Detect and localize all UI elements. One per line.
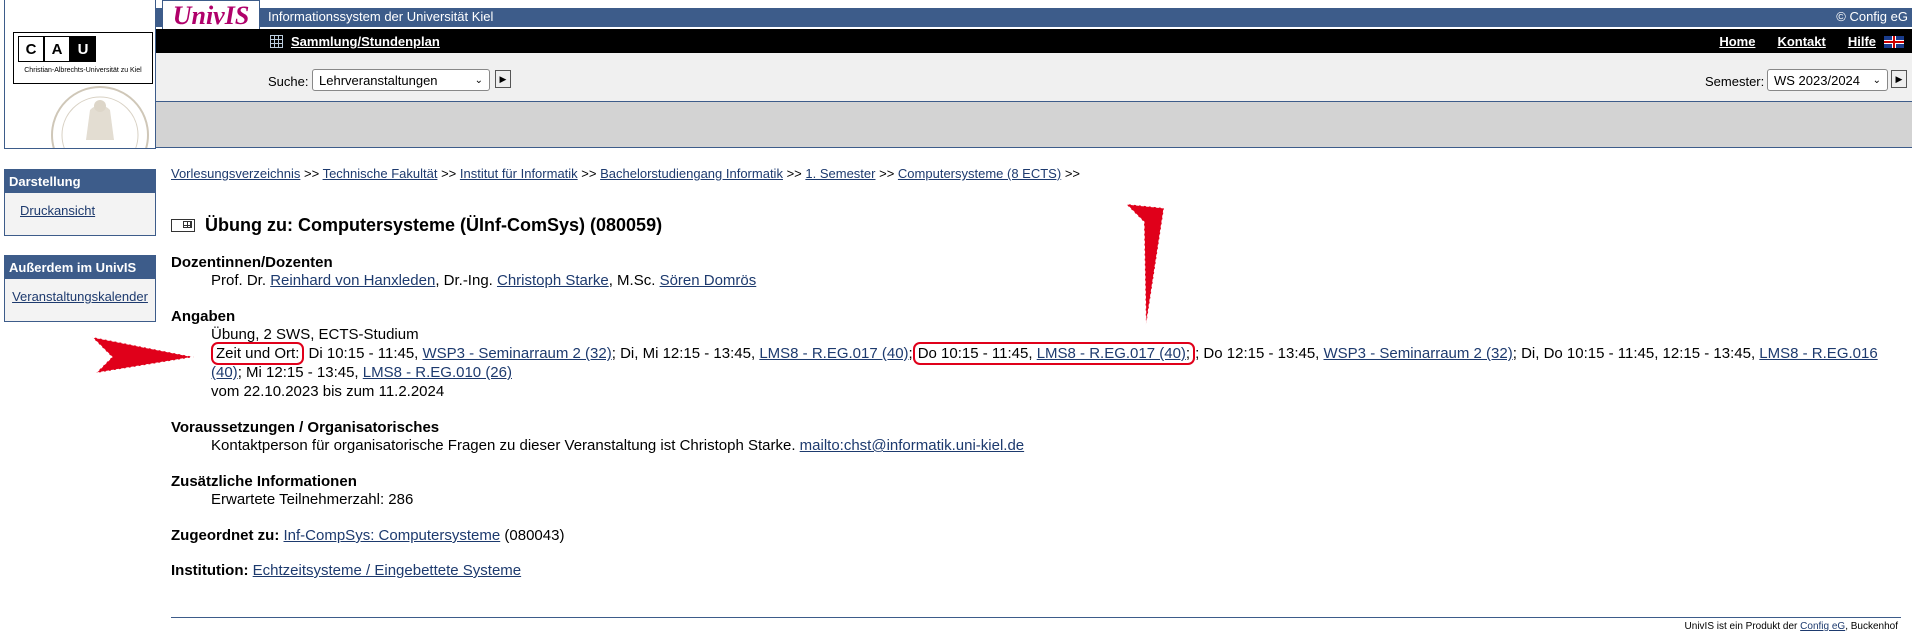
breadcrumb-separator: >>	[786, 166, 802, 181]
zeit-label: Zeit und Ort:	[211, 342, 305, 365]
zugeordnet-row: Zugeordnet zu: Inf-CompSys: Computersyst…	[171, 527, 1901, 544]
page-title: Übung zu: Computersysteme (ÜInf-ComSys) …	[171, 215, 1901, 236]
univis-logo[interactable]: UnivIS	[162, 0, 260, 31]
breadcrumb-separator: >>	[303, 166, 320, 181]
breadcrumb: Vorlesungsverzeichnis >> Technische Faku…	[171, 166, 1901, 181]
title-text: Prof. Dr.	[211, 272, 271, 289]
hilfe-link[interactable]: Hilfe	[1848, 34, 1876, 49]
time-text: Do 10:15 - 11:45,	[917, 345, 1037, 362]
english-flag-icon[interactable]	[1884, 35, 1904, 48]
time-text: ; Do 12:15 - 13:45,	[1195, 345, 1324, 362]
search-type-value: Lehrveranstaltungen	[319, 72, 438, 88]
chevron-down-icon: ⌄	[1872, 74, 1881, 86]
title-text: , Dr.-Ing.	[435, 272, 497, 289]
university-logo: C A U Christian-Albrechts-Universität zu…	[4, 0, 156, 149]
cau-logo: C A U Christian-Albrechts-Universität zu…	[13, 32, 153, 84]
sammlung-link[interactable]: Sammlung/Stundenplan	[291, 34, 440, 49]
institution-row: Institution: Echtzeitsysteme / Eingebett…	[171, 562, 1901, 579]
breadcrumb-item[interactable]: Bachelorstudiengang Informatik	[600, 166, 783, 181]
panel-title: Darstellung	[5, 170, 155, 193]
room-link[interactable]: WSP3 - Seminarraum 2 (32)	[1324, 345, 1513, 362]
angaben-heading: Angaben	[171, 308, 236, 325]
title-text: , M.Sc.	[608, 272, 660, 289]
time-text: Di 10:15 - 11:45,	[304, 345, 423, 362]
room-link[interactable]: LMS8 - R.EG.017 (40)	[1037, 345, 1186, 362]
room-link[interactable]: LMS8 - R.EG.010 (26)	[363, 364, 512, 381]
panel-ausserdem: Außerdem im UnivIS Veranstaltungskalende…	[4, 255, 156, 322]
footer-text: UnivIS ist ein Produkt der	[1684, 621, 1801, 632]
breadcrumb-separator: >>	[879, 166, 895, 181]
breadcrumb-separator: >>	[441, 166, 457, 181]
logo-letter: C	[18, 36, 44, 62]
footer-suffix: , Buckenhof	[1845, 621, 1898, 632]
semester-label: Semester:	[1705, 74, 1765, 89]
breadcrumb-item[interactable]: Computersysteme (8 ECTS)	[898, 166, 1061, 181]
angaben-block: Übung, 2 SWS, ECTS-Studium Zeit und Ort:…	[211, 325, 1901, 401]
home-link[interactable]: Home	[1719, 34, 1755, 49]
room-link[interactable]: LMS8 - R.EG.017 (40)	[759, 345, 908, 362]
nav-sammlung: Sammlung/Stundenplan	[270, 34, 440, 49]
footer: UnivIS ist ein Produkt der Config eG, Bu…	[1685, 621, 1898, 632]
main-content: Vorlesungsverzeichnis >> Technische Faku…	[171, 166, 1901, 579]
panel-title: Außerdem im UnivIS	[5, 256, 155, 279]
lecturer-link[interactable]: Reinhard von Hanxleden	[270, 272, 435, 289]
lecturer-link[interactable]: Sören Domrös	[660, 272, 757, 289]
red-arrow-down-icon	[1124, 203, 1165, 327]
system-title: Informationssystem der Universität Kiel	[268, 9, 494, 24]
logo-letter: A	[44, 36, 70, 62]
breadcrumb-item[interactable]: Vorlesungsverzeichnis	[171, 166, 300, 181]
nav-right: Home Kontakt Hilfe	[1719, 34, 1904, 49]
red-arrow-right-icon	[90, 336, 195, 374]
logo-subtitle: Christian-Albrechts-Universität zu Kiel	[24, 67, 142, 74]
zugeordnet-label: Zugeordnet zu:	[171, 527, 280, 544]
course-title: Übung zu: Computersysteme (ÜInf-ComSys) …	[205, 215, 663, 235]
copyright: © Config eG	[1836, 9, 1908, 24]
timetable-icon	[270, 35, 283, 48]
dozenten-list: Prof. Dr. Reinhard von Hanxleden, Dr.-In…	[211, 271, 1901, 290]
semester-select[interactable]: WS 2023/2024 ⌄	[1767, 69, 1888, 91]
highlighted-slot: Do 10:15 - 11:45, LMS8 - R.EG.017 (40);	[912, 342, 1196, 365]
breadcrumb-separator: >>	[581, 166, 597, 181]
breadcrumb-item[interactable]: 1. Semester	[805, 166, 875, 181]
zusatz-heading: Zusätzliche Informationen	[171, 473, 357, 490]
logo-letter: U	[70, 36, 96, 62]
breadcrumb-item[interactable]: Technische Fakultät	[323, 166, 438, 181]
time-sep: ;	[1185, 345, 1191, 362]
mail-link[interactable]: mailto:chst@informatik.uni-kiel.de	[800, 437, 1024, 454]
time-text: ; Di, Do 10:15 - 11:45, 12:15 - 13:45,	[1512, 345, 1760, 362]
druckansicht-link[interactable]: Druckansicht	[5, 193, 155, 228]
footer-divider	[171, 617, 1901, 618]
zeitraum: vom 22.10.2023 bis zum 11.2.2024	[211, 383, 445, 400]
dozenten-heading: Dozentinnen/Dozenten	[171, 254, 333, 271]
lecturer-link[interactable]: Christoph Starke	[497, 272, 609, 289]
config-link[interactable]: Config eG	[1800, 621, 1845, 632]
time-text: ; Di, Mi 12:15 - 13:45,	[611, 345, 760, 362]
timetable-icon	[171, 219, 195, 232]
institution-link[interactable]: Echtzeitsysteme / Eingebettete Systeme	[253, 562, 521, 579]
breadcrumb-item[interactable]: Institut für Informatik	[460, 166, 578, 181]
voraussetzungen-body: Kontaktperson für organisatorische Frage…	[211, 437, 800, 454]
semester-go-button[interactable]: ▶	[1891, 70, 1907, 88]
breadcrumb-separator: >>	[1064, 166, 1080, 181]
search-label: Suche:	[268, 74, 309, 89]
university-seal-icon	[51, 86, 149, 148]
semester-value: WS 2023/2024	[1774, 72, 1861, 88]
veranstaltungskalender-link[interactable]: Veranstaltungskalender	[5, 279, 155, 314]
voraussetzungen-text: Kontaktperson für organisatorische Frage…	[211, 436, 1901, 455]
voraussetzungen-heading: Voraussetzungen / Organisatorisches	[171, 419, 440, 436]
search-go-button[interactable]: ▶	[495, 70, 511, 88]
institution-label: Institution:	[171, 562, 249, 579]
zeit-und-ort: Zeit und Ort: Di 10:15 - 11:45, WSP3 - S…	[211, 342, 1901, 382]
header-spacer	[156, 102, 1912, 148]
zusatz-text: Erwartete Teilnehmerzahl: 286	[211, 491, 414, 508]
chevron-down-icon: ⌄	[474, 74, 483, 86]
kontakt-link[interactable]: Kontakt	[1777, 34, 1825, 49]
time-text: ; Mi 12:15 - 13:45,	[237, 364, 363, 381]
zugeordnet-number: (080043)	[500, 527, 565, 544]
panel-darstellung: Darstellung Druckansicht	[4, 169, 156, 236]
room-link[interactable]: WSP3 - Seminarraum 2 (32)	[423, 345, 612, 362]
search-type-select[interactable]: Lehrveranstaltungen ⌄	[312, 69, 490, 91]
zugeordnet-link[interactable]: Inf-CompSys: Computersysteme	[284, 527, 501, 544]
